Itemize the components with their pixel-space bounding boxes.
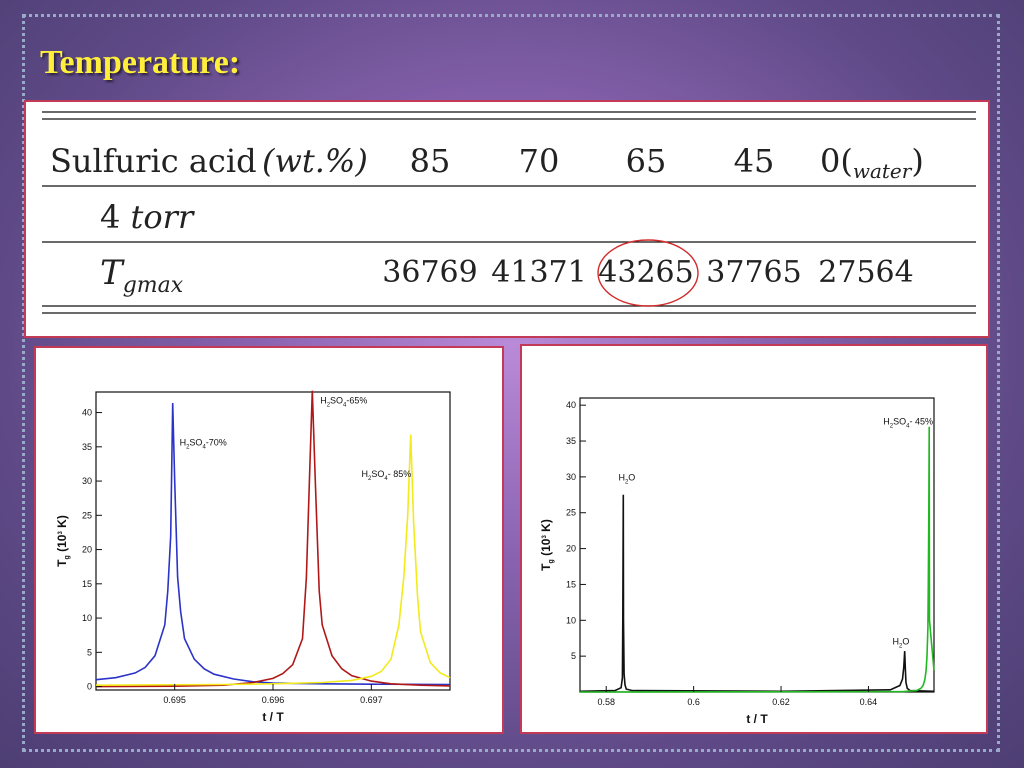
series-annotation-2: H2O: [892, 637, 909, 650]
plot-frame: [579, 397, 935, 693]
x-tick-label: 0.6: [687, 697, 700, 707]
series-annotation-0: H2SO4-70%: [180, 437, 227, 450]
y-tick-label: 10: [82, 613, 92, 623]
row-label-pressure: 4 torr: [100, 198, 195, 236]
chart-right: 0.58 0.6 0.62 0.64 5 10 15 20 25 30 35 40 t / T Tg (1…: [539, 397, 935, 726]
series-line-1: [579, 426, 935, 693]
chart-panel-right: 0.58 0.6 0.62 0.64 5 10 15 20 25 30 35 40 t / T Tg (1…: [520, 344, 988, 734]
chart-panel-left: 0.695 0.696 0.697 0 5 10 15 20 25 30 35 40 t / T Tg (…: [34, 346, 504, 734]
chart-left: 0.695 0.696 0.697 0 5 10 15 20 25 30 35 40 t / T Tg (…: [55, 390, 451, 724]
y-tick-label: 40: [82, 408, 92, 418]
y-tick-label: 5: [571, 651, 576, 661]
slide-title: Temperature:: [40, 44, 241, 81]
y-axis-label: Tg (103 K): [55, 515, 71, 567]
tgmax-45: 37765: [706, 255, 801, 290]
series-annotation-2: H2SO4- 85%: [362, 469, 412, 482]
series-line-1: [95, 390, 451, 688]
tgmax-70: 41371: [491, 255, 586, 290]
header-85: 85: [410, 142, 451, 180]
tgmax-65: 43265: [598, 255, 693, 290]
header-65: 65: [626, 142, 667, 180]
y-axis-label: Tg (103 K): [539, 519, 555, 571]
y-tick-label: 15: [566, 579, 576, 589]
x-tick-label: 0.64: [860, 697, 878, 707]
x-tick-label: 0.697: [360, 695, 383, 705]
series-annotation-0: H2O: [618, 472, 635, 485]
series-annotation-1: H2SO4- 45%: [883, 417, 933, 430]
x-tick-label: 0.62: [772, 697, 790, 707]
y-tick-label: 40: [566, 400, 576, 410]
x-tick-label: 0.695: [163, 695, 186, 705]
x-axis-label: t / T: [746, 712, 768, 726]
y-tick-label: 35: [82, 442, 92, 452]
y-tick-label: 30: [82, 476, 92, 486]
y-tick-label: 15: [82, 579, 92, 589]
plot-frame: [95, 391, 451, 691]
y-tick-label: 25: [82, 510, 92, 520]
row-label-tgmax: Tgmax: [100, 253, 184, 298]
x-tick-label: 0.58: [597, 697, 615, 707]
y-tick-label: 5: [87, 647, 92, 657]
y-tick-label: 10: [566, 615, 576, 625]
results-table: Sulfuric acid (wt.%) 85 70 65 45 0(water…: [24, 100, 990, 338]
x-tick-label: 0.696: [262, 695, 285, 705]
y-tick-label: 20: [566, 544, 576, 554]
y-tick-label: 0: [87, 682, 92, 692]
series-line-0: [579, 494, 935, 693]
tgmax-water: 27564: [818, 255, 913, 290]
y-tick-label: 20: [82, 545, 92, 555]
x-axis-label: t / T: [262, 710, 284, 724]
y-tick-label: 25: [566, 508, 576, 518]
series-line-0: [95, 402, 451, 686]
header-water: 0(water): [820, 142, 924, 183]
header-70: 70: [519, 142, 560, 180]
row-label-sulfuric-acid: Sulfuric acid: [50, 142, 257, 180]
series-annotation-1: H2SO4-65%: [320, 396, 367, 409]
row-label-unit: (wt.%): [262, 142, 368, 180]
header-45: 45: [734, 142, 775, 180]
y-tick-label: 35: [566, 436, 576, 446]
y-tick-label: 30: [566, 472, 576, 482]
tgmax-85: 36769: [382, 255, 477, 290]
